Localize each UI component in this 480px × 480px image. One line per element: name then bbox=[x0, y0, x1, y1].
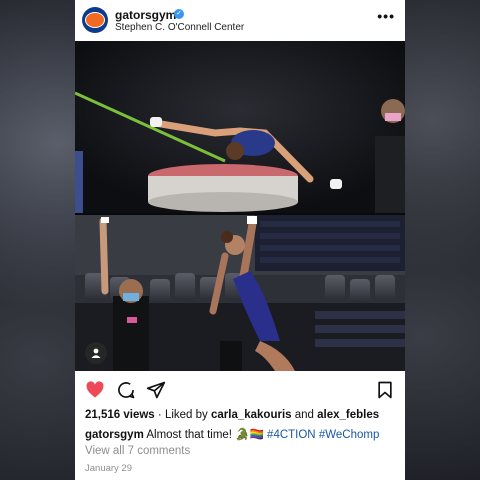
post-date: January 29 bbox=[85, 463, 133, 474]
instagram-post: gatorsgym ✓ Stephen C. O'Connell Center … bbox=[75, 0, 405, 480]
person-icon bbox=[91, 348, 101, 358]
hashtag-link[interactable]: #4CTION bbox=[267, 429, 316, 441]
send-icon[interactable] bbox=[146, 380, 166, 400]
more-options-button[interactable]: ••• bbox=[377, 8, 395, 24]
liked-by-user-link[interactable]: carla_kakouris bbox=[211, 409, 292, 421]
action-bar bbox=[75, 378, 405, 402]
post-video[interactable] bbox=[75, 41, 405, 371]
liked-by-and: and bbox=[294, 409, 314, 421]
verified-badge-icon: ✓ bbox=[174, 9, 184, 19]
views-count[interactable]: 21,516 views bbox=[85, 409, 155, 421]
liked-by-user-link[interactable]: alex_febles bbox=[317, 409, 379, 421]
post-caption: gatorsgym Almost that time! 🐊🏳️‍🌈 #4CTIO… bbox=[85, 427, 379, 441]
view-comments-link[interactable]: View all 7 comments bbox=[85, 445, 190, 457]
caption-username[interactable]: gatorsgym bbox=[85, 429, 144, 441]
liked-by-prefix: Liked by bbox=[164, 409, 208, 421]
profile-avatar[interactable] bbox=[82, 7, 108, 33]
post-header: gatorsgym ✓ Stephen C. O'Connell Center … bbox=[75, 0, 405, 40]
gators-logo bbox=[85, 12, 105, 28]
likes-row: 21,516 views · Liked by carla_kakouris a… bbox=[85, 409, 379, 421]
liked-by-separator: · bbox=[157, 409, 165, 421]
post-location[interactable]: Stephen C. O'Connell Center bbox=[115, 22, 244, 33]
caption-text: Almost that time! bbox=[146, 429, 232, 441]
user-tag-button[interactable] bbox=[85, 342, 107, 364]
hashtag-link[interactable]: #WeChomp bbox=[319, 429, 380, 441]
comment-icon[interactable] bbox=[116, 380, 136, 400]
post-username[interactable]: gatorsgym bbox=[115, 8, 176, 22]
caption-emoji: 🐊🏳️‍🌈 bbox=[235, 429, 264, 441]
bookmark-icon[interactable] bbox=[375, 380, 395, 400]
heart-icon[interactable] bbox=[85, 380, 105, 400]
video-frame bbox=[75, 41, 405, 371]
